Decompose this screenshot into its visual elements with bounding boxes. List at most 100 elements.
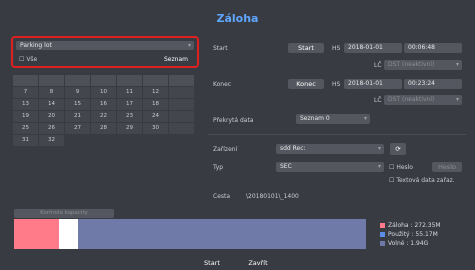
text-data-checkbox[interactable]: ☐ Textová data zařaz.: [389, 177, 455, 184]
calendar-day[interactable]: 20: [39, 111, 64, 122]
calendar-day[interactable]: 15: [65, 99, 90, 110]
calendar-day[interactable]: 23: [117, 111, 142, 122]
password-button[interactable]: Heslo: [432, 162, 462, 172]
chevron-down-icon: ▾: [455, 96, 459, 103]
calendar-header-cell: [169, 75, 194, 86]
end-time-field[interactable]: 00:23:24: [404, 79, 462, 89]
dst-value-2: DST (neaktivní): [388, 96, 435, 103]
calendar-header-cell: [117, 75, 142, 86]
calendar-day[interactable]: [169, 123, 194, 134]
refresh-button[interactable]: ⟳: [390, 143, 406, 155]
calendar-day[interactable]: 7: [13, 87, 38, 98]
calendar-day[interactable]: 8: [39, 87, 64, 98]
calendar-day[interactable]: 22: [91, 111, 116, 122]
calendar-day[interactable]: 26: [39, 123, 64, 134]
start-time-value: 00:06:48: [408, 44, 435, 51]
start-hs-label: HS: [332, 45, 341, 52]
end-date-field[interactable]: 2018-01-01: [344, 79, 402, 89]
calendar-day[interactable]: 18: [143, 99, 168, 110]
calendar-day[interactable]: [169, 87, 194, 98]
calendar-day[interactable]: 21: [65, 111, 90, 122]
calendar-day[interactable]: 10: [91, 87, 116, 98]
dst-select-2[interactable]: DST (neaktivní) ▾: [384, 95, 462, 105]
calendar-header-cell: [13, 75, 38, 86]
calendar-day[interactable]: 11: [117, 87, 142, 98]
dialog-title: Záloha: [216, 12, 259, 25]
start-time-field[interactable]: 00:06:48: [404, 43, 462, 53]
calendar-day[interactable]: 31: [13, 135, 38, 146]
all-checkbox-label: Vše: [26, 56, 38, 63]
checkbox-icon: ☐: [19, 56, 25, 63]
close-button[interactable]: Zavřít: [238, 258, 278, 268]
device-select[interactable]: sdd Rec: ▾: [276, 144, 384, 154]
chevron-down-icon: ▾: [455, 61, 459, 68]
calendar-day[interactable]: 9: [65, 87, 90, 98]
end-hs-label: HS: [332, 81, 341, 88]
capacity-check-button[interactable]: Kontrola kapacity: [14, 209, 114, 218]
calendar-day[interactable]: 25: [13, 123, 38, 134]
legend-used-text: Použitý : 55.17M: [388, 231, 438, 238]
calendar-empty: [91, 135, 116, 146]
calendar-empty: [117, 135, 142, 146]
start-time-button[interactable]: Start: [288, 43, 324, 53]
divider: [208, 134, 466, 135]
chevron-down-icon: ▾: [377, 163, 381, 170]
chevron-down-icon: ▾: [363, 115, 367, 122]
calendar-day[interactable]: 14: [39, 99, 64, 110]
calendar-day[interactable]: 12: [143, 87, 168, 98]
legend-backup-swatch: [380, 223, 385, 228]
start-date-field[interactable]: 2018-01-01: [344, 43, 402, 53]
calendar-header-cell: [143, 75, 168, 86]
end-label: Konec: [213, 81, 232, 88]
capacity-backup-segment: [14, 219, 59, 249]
calendar-day[interactable]: 19: [13, 111, 38, 122]
list-button[interactable]: Seznam: [164, 56, 188, 63]
type-value: SEC: [280, 163, 292, 170]
calendar-empty: [65, 135, 90, 146]
calendar-day[interactable]: [169, 99, 194, 110]
type-select[interactable]: SEC ▾: [276, 162, 384, 172]
checkbox-icon: ☐: [389, 177, 395, 184]
calendar-header-cell: [65, 75, 90, 86]
backup-dialog: Záloha Parking lot ▾ ☐ Vše Seznam 7 8 9 10 1…: [0, 0, 475, 270]
all-checkbox[interactable]: ☐ Vše: [19, 56, 37, 63]
calendar-day[interactable]: 13: [13, 99, 38, 110]
overlap-select[interactable]: Seznam 0 ▾: [296, 114, 370, 124]
chevron-down-icon: ▾: [187, 42, 191, 49]
chevron-down-icon: ▾: [377, 145, 381, 152]
password-checkbox[interactable]: ☐ Heslo: [389, 164, 413, 171]
checkbox-icon: ☐: [389, 164, 395, 171]
dst-select-1[interactable]: DST (neaktivní) ▾: [384, 60, 462, 70]
overlap-value: Seznam 0: [300, 115, 330, 122]
calendar: 7 8 9 10 11 12 13 14 15 16 17 18 19 20 21 22 23 24 25 26…: [13, 75, 197, 147]
path-label: Cesta: [213, 193, 231, 200]
calendar-day[interactable]: [169, 111, 194, 122]
calendar-day[interactable]: 30: [143, 123, 168, 134]
end-time-button[interactable]: Konec: [288, 79, 324, 89]
device-label: Zařízení: [213, 146, 238, 153]
legend-used: Použitý : 55.17M: [380, 231, 438, 238]
dst-value-1: DST (neaktivní): [388, 61, 435, 68]
calendar-day[interactable]: 32: [39, 135, 64, 146]
legend-used-swatch: [380, 232, 385, 237]
calendar-day[interactable]: 28: [91, 123, 116, 134]
end-time-value: 00:23:24: [408, 80, 435, 87]
start-label: Start: [213, 45, 228, 52]
calendar-day[interactable]: 16: [91, 99, 116, 110]
type-label: Typ: [213, 164, 224, 171]
legend-backup: Záloha : 272.35M: [380, 222, 441, 229]
calendar-day[interactable]: 27: [65, 123, 90, 134]
capacity-bar: [14, 219, 366, 249]
end-date-value: 2018-01-01: [348, 80, 383, 87]
camera-select[interactable]: Parking lot ▾: [16, 41, 194, 50]
refresh-icon: ⟳: [395, 145, 401, 153]
calendar-day[interactable]: 17: [117, 99, 142, 110]
calendar-empty: [169, 135, 194, 146]
calendar-day[interactable]: 29: [117, 123, 142, 134]
device-value: sdd Rec:: [280, 145, 306, 152]
start-backup-button[interactable]: Start: [192, 258, 232, 268]
text-data-label: Textová data zařaz.: [396, 177, 455, 184]
lc-label-2: LČ: [374, 97, 382, 104]
calendar-day[interactable]: 24: [143, 111, 168, 122]
calendar-empty: [143, 135, 168, 146]
